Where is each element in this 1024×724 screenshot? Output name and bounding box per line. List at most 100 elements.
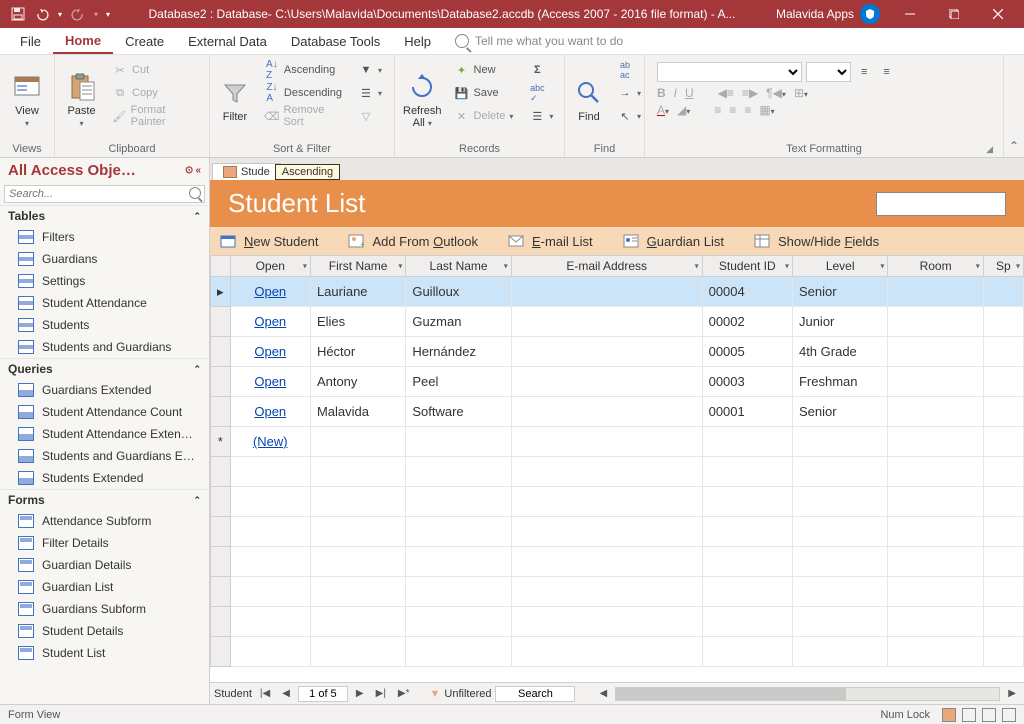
column-header[interactable]: Open▾: [230, 256, 310, 277]
column-header[interactable]: Sp▾: [983, 256, 1023, 277]
search-icon[interactable]: [189, 187, 201, 199]
cell-last-name[interactable]: Peel: [406, 367, 511, 397]
cell-student-id[interactable]: 00002: [702, 307, 792, 337]
table-row[interactable]: OpenMalavidaSoftware00001Senior: [211, 397, 1024, 427]
tab-student-list[interactable]: Stude: [212, 163, 281, 180]
font-size-select[interactable]: [806, 62, 851, 82]
prev-record-button[interactable]: ◀: [278, 688, 294, 699]
text-direction-button[interactable]: ¶◀▾: [766, 86, 786, 100]
cell-student-id[interactable]: 00001: [702, 397, 792, 427]
underline-button[interactable]: U: [685, 86, 694, 100]
column-header[interactable]: Level▾: [792, 256, 887, 277]
format-painter-button[interactable]: 🖌Format Painter: [106, 105, 203, 127]
nav-group-form[interactable]: Forms⌃: [0, 489, 209, 510]
nav-item-form[interactable]: Guardian Details: [0, 554, 209, 576]
cell-room[interactable]: [888, 367, 983, 397]
cell-level[interactable]: Senior: [792, 397, 887, 427]
select-button[interactable]: ↖▾: [611, 105, 647, 127]
cell-last-name[interactable]: Hernández: [406, 337, 511, 367]
cut-button[interactable]: ✂Cut: [106, 59, 203, 81]
menu-database-tools[interactable]: Database Tools: [279, 30, 392, 53]
table-row[interactable]: OpenAntonyPeel00003Freshman: [211, 367, 1024, 397]
align-center-button[interactable]: ≡: [729, 103, 736, 117]
add-from-outlook-button[interactable]: +Add From Outlook: [348, 233, 478, 249]
cell-extra[interactable]: [983, 337, 1023, 367]
cell-last-name[interactable]: Software: [406, 397, 511, 427]
advanced-filter-button[interactable]: ☰▾: [352, 82, 388, 104]
nav-item-table[interactable]: Student Attendance: [0, 292, 209, 314]
goto-button[interactable]: →▾: [611, 82, 647, 104]
new-link[interactable]: (New): [253, 434, 288, 449]
cell-email[interactable]: [511, 397, 702, 427]
toggle-filter-button[interactable]: ▽: [352, 105, 388, 127]
nav-item-table[interactable]: Students: [0, 314, 209, 336]
nav-item-form[interactable]: Student Details: [0, 620, 209, 642]
copy-button[interactable]: ⧉Copy: [106, 82, 203, 104]
column-header[interactable]: Student ID▾: [702, 256, 792, 277]
row-selector[interactable]: [211, 307, 231, 337]
save-icon[interactable]: [10, 6, 26, 22]
new-record-nav-button[interactable]: ▶*: [394, 688, 414, 699]
cell-extra[interactable]: [983, 277, 1023, 307]
nav-item-table[interactable]: Students and Guardians: [0, 336, 209, 358]
nav-item-query[interactable]: Student Attendance Count: [0, 401, 209, 423]
new-record-button[interactable]: ✦New: [448, 59, 520, 81]
gridlines-button[interactable]: ⊞▾: [794, 86, 808, 100]
cell-last-name[interactable]: Guilloux: [406, 277, 511, 307]
record-position-input[interactable]: [298, 686, 348, 702]
cell-level[interactable]: Junior: [792, 307, 887, 337]
nav-group-query[interactable]: Queries⌃: [0, 358, 209, 379]
open-link[interactable]: Open: [230, 367, 310, 397]
nav-item-table[interactable]: Settings: [0, 270, 209, 292]
cell-student-id[interactable]: 00005: [702, 337, 792, 367]
filter-indicator-icon[interactable]: ▼: [430, 688, 441, 700]
open-link[interactable]: Open: [230, 307, 310, 337]
table-row[interactable]: OpenHéctorHernández000054th Grade: [211, 337, 1024, 367]
row-selector-header[interactable]: [211, 256, 231, 277]
row-selector[interactable]: [211, 337, 231, 367]
row-selector[interactable]: *: [211, 427, 231, 457]
column-dropdown-icon[interactable]: ▾: [880, 262, 884, 271]
totals-button[interactable]: Σ: [523, 59, 559, 81]
show-hide-fields-button[interactable]: Show/Hide Fields: [754, 233, 879, 249]
align-right-button[interactable]: ≡: [744, 103, 751, 117]
datasheet[interactable]: Open▾First Name▾Last Name▾E-mail Address…: [210, 255, 1024, 682]
outdent-button[interactable]: ◀≡: [718, 86, 734, 100]
cell-room[interactable]: [888, 397, 983, 427]
bold-button[interactable]: B: [657, 86, 666, 100]
selection-filter-button[interactable]: ▼▾: [352, 59, 388, 81]
view-button[interactable]: View▾: [6, 59, 48, 141]
cell-first-name[interactable]: Elies: [310, 307, 405, 337]
redo-dropdown-icon[interactable]: ▾: [94, 10, 98, 19]
row-selector[interactable]: [211, 397, 231, 427]
open-link[interactable]: Open: [230, 277, 310, 307]
cell-level[interactable]: Freshman: [792, 367, 887, 397]
next-record-button[interactable]: ▶: [352, 688, 368, 699]
new-row[interactable]: * (New): [211, 427, 1024, 457]
navpane-collapse-icon[interactable]: «: [195, 165, 201, 176]
nav-item-form[interactable]: Student List: [0, 642, 209, 664]
cell-level[interactable]: Senior: [792, 277, 887, 307]
nav-item-query[interactable]: Students and Guardians E…: [0, 445, 209, 467]
font-color-button[interactable]: A▾: [657, 103, 669, 117]
record-search-input[interactable]: [495, 686, 575, 702]
column-header[interactable]: Room▾: [888, 256, 983, 277]
column-dropdown-icon[interactable]: ▾: [303, 262, 307, 271]
cell-extra[interactable]: [983, 397, 1023, 427]
cell-email[interactable]: [511, 307, 702, 337]
email-list-button[interactable]: E-mail List: [508, 233, 593, 249]
hscroll-left-button[interactable]: ◀: [595, 688, 611, 699]
cell-student-id[interactable]: 00004: [702, 277, 792, 307]
nav-group-table[interactable]: Tables⌃: [0, 205, 209, 226]
cell-first-name[interactable]: Héctor: [310, 337, 405, 367]
dialog-launcher-icon[interactable]: ◢: [986, 144, 993, 155]
cell-room[interactable]: [888, 277, 983, 307]
menu-file[interactable]: File: [8, 30, 53, 53]
increase-indent-button[interactable]: ≡: [855, 61, 873, 83]
navpane-search-input[interactable]: [4, 185, 205, 203]
nav-item-form[interactable]: Attendance Subform: [0, 510, 209, 532]
cell-last-name[interactable]: Guzman: [406, 307, 511, 337]
menu-home[interactable]: Home: [53, 29, 113, 54]
hscroll-track[interactable]: [615, 687, 1000, 701]
column-header[interactable]: First Name▾: [310, 256, 405, 277]
